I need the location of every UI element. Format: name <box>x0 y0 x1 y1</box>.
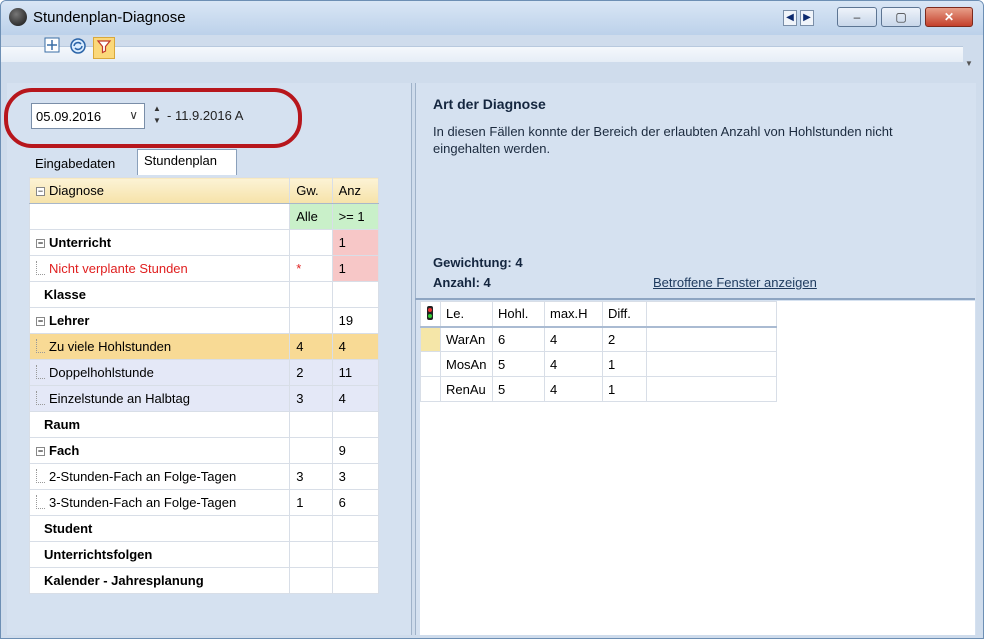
toolbar-overflow-icon[interactable]: ▼ <box>965 59 975 71</box>
table-row[interactable]: RenAu 5 4 1 <box>420 376 777 402</box>
table-row[interactable]: Student <box>28 515 380 542</box>
table-row[interactable]: − Unterricht 1 <box>28 229 380 256</box>
diagnosis-grid: − Diagnose Gw. Anz Alle >= 1 − Unterricht … <box>28 177 380 594</box>
expand-icon[interactable] <box>41 37 63 59</box>
previous-window-button[interactable]: ◀ <box>783 10 797 26</box>
table-row[interactable]: 3-Stunden-Fach an Folge-Tagen 1 6 <box>28 489 380 516</box>
table-row-selected[interactable]: Zu viele Hohlstunden 4 4 <box>28 333 380 360</box>
header-anz[interactable]: Anz <box>331 177 380 204</box>
collapse-icon[interactable]: − <box>36 239 45 249</box>
filter-icon[interactable] <box>93 37 115 59</box>
header-maxh[interactable]: max.H <box>544 301 603 328</box>
next-window-button[interactable]: ▶ <box>800 10 814 26</box>
header-gw[interactable]: Gw. <box>289 177 333 204</box>
diagnosis-window: Stundenplan-Diagnose ◀ ▶ – ▢ ✕ ▼ 05.09.2… <box>0 0 984 639</box>
table-row[interactable]: 2-Stunden-Fach an Folge-Tagen 3 3 <box>28 463 380 490</box>
table-row[interactable]: MosAn 5 4 1 <box>420 351 777 377</box>
weighting-label: Gewichtung: 4 <box>433 255 523 270</box>
table-row[interactable]: − Lehrer 19 <box>28 307 380 334</box>
toolbar-strip <box>1 46 963 62</box>
window-title: Stundenplan-Diagnose <box>33 9 186 26</box>
show-affected-windows-link[interactable]: Betroffene Fenster anzeigen <box>653 275 817 290</box>
maximize-button[interactable]: ▢ <box>881 7 921 27</box>
result-grid: Le. Hohl. max.H Diff. WarAn 6 4 2 MosAn … <box>420 301 777 402</box>
detail-separator <box>415 298 975 300</box>
table-row[interactable]: WarAn 6 4 2 <box>420 326 777 352</box>
table-row[interactable]: Unterrichtsfolgen <box>28 541 380 568</box>
filter-row: Alle >= 1 <box>28 203 380 230</box>
minimize-button[interactable]: – <box>837 7 877 27</box>
refresh-icon[interactable] <box>67 37 89 59</box>
header-hohl[interactable]: Hohl. <box>492 301 545 328</box>
grid-header: − Diagnose Gw. Anz <box>28 177 380 204</box>
row-marker <box>420 326 441 352</box>
header-diff[interactable]: Diff. <box>602 301 647 328</box>
app-icon <box>9 8 27 26</box>
collapse-icon[interactable]: − <box>36 187 45 197</box>
highlight-annotation <box>4 88 302 148</box>
header-le[interactable]: Le. <box>440 301 493 328</box>
count-label: Anzahl: 4 <box>433 275 491 290</box>
table-row[interactable]: Klasse <box>28 281 380 308</box>
tab-stundenplan[interactable]: Stundenplan <box>137 149 237 175</box>
tab-eingabedaten[interactable]: Eingabedaten <box>29 153 131 175</box>
table-row[interactable]: Raum <box>28 411 380 438</box>
close-button[interactable]: ✕ <box>925 7 973 27</box>
table-row[interactable]: Einzelstunde an Halbtag 3 4 <box>28 385 380 412</box>
filter-gw[interactable]: Alle <box>289 203 333 230</box>
header-diagnose: Diagnose <box>49 183 104 198</box>
detail-description: In diesen Fällen konnte der Bereich der … <box>433 124 893 156</box>
table-row[interactable]: Nicht verplante Stunden * 1 <box>28 255 380 282</box>
title-bar: Stundenplan-Diagnose ◀ ▶ – ▢ ✕ <box>1 1 983 35</box>
table-row[interactable]: − Fach 9 <box>28 437 380 464</box>
table-row[interactable]: Doppelhohlstunde 2 11 <box>28 359 380 386</box>
filter-anz[interactable]: >= 1 <box>331 203 380 230</box>
detail-title: Art der Diagnose <box>433 96 546 112</box>
collapse-icon[interactable]: − <box>36 447 45 457</box>
collapse-icon[interactable]: − <box>36 317 45 327</box>
traffic-light-icon <box>420 301 441 328</box>
table-row[interactable]: Kalender - Jahresplanung <box>28 567 380 594</box>
result-grid-header: Le. Hohl. max.H Diff. <box>420 301 777 328</box>
